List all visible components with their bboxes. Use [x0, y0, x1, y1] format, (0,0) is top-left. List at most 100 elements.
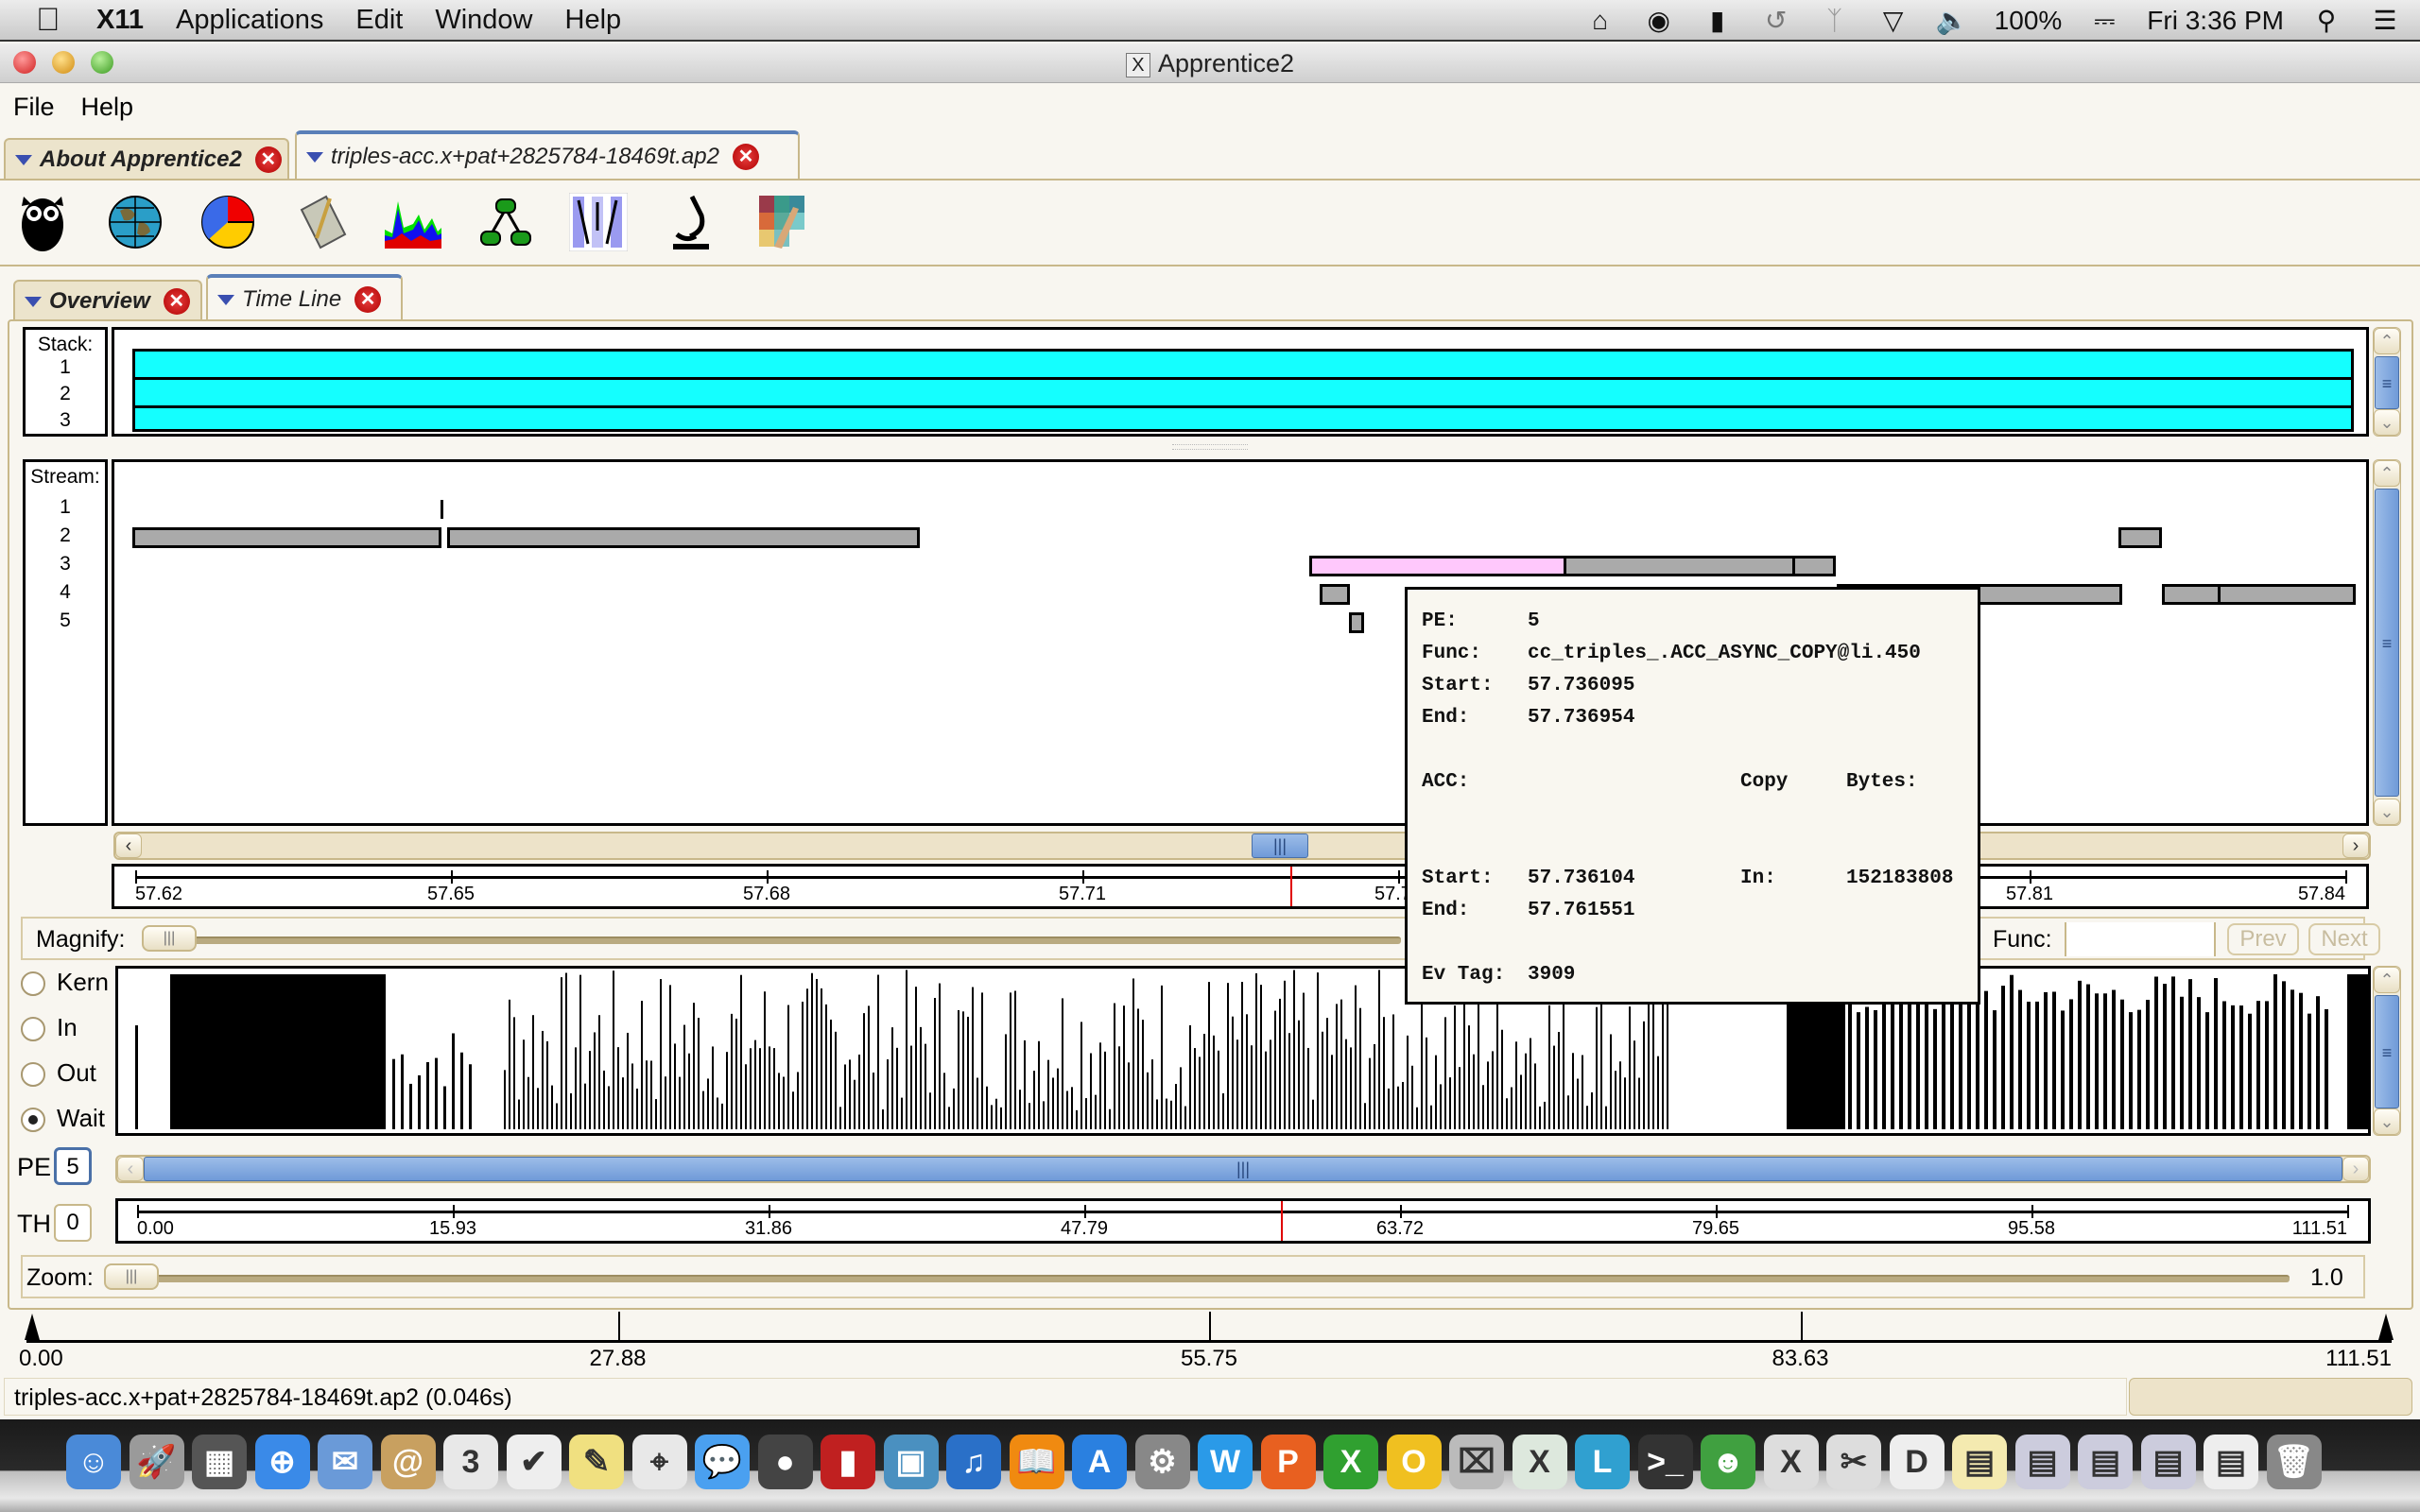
stack-vertical-scrollbar[interactable]: ⌃ ≡ ⌄ — [2373, 327, 2401, 437]
scroll-thumb[interactable]: ≡ — [2375, 995, 2399, 1108]
dock-item-system-preferences[interactable]: ⚙ — [1134, 1435, 1190, 1489]
close-tab-icon[interactable]: ✕ — [163, 288, 190, 315]
tab-about-apprentice2[interactable]: About Apprentice2 ✕ — [4, 138, 289, 180]
dock-item-app-store[interactable]: A — [1072, 1435, 1127, 1489]
apple-menu-icon[interactable]:  — [36, 2, 68, 39]
stream-event-bar[interactable] — [447, 527, 920, 548]
menu-app-help[interactable]: Help — [81, 93, 134, 122]
scroll-thumb[interactable]: ||| — [144, 1157, 2342, 1181]
radio-kern[interactable] — [21, 971, 45, 996]
globe-icon[interactable] — [106, 191, 164, 253]
dock-item-x11[interactable]: X — [1763, 1435, 1819, 1489]
dock-item-lync[interactable]: L — [1575, 1435, 1630, 1489]
activity-histogram[interactable] — [115, 966, 2371, 1136]
stream-event-bar[interactable] — [1564, 556, 1795, 576]
dock-item-contacts[interactable]: @ — [380, 1435, 436, 1489]
dock-item-remote-desktop[interactable]: ⌧ — [1449, 1435, 1504, 1489]
dock-item-photo-booth[interactable]: ▮ — [821, 1435, 875, 1489]
dock-item-ibooks[interactable]: 📖 — [1009, 1435, 1064, 1489]
dock-item-word[interactable]: W — [1198, 1435, 1253, 1489]
bluetooth-icon[interactable]: ᛉ — [1819, 5, 1851, 37]
histogram-vertical-scrollbar[interactable]: ⌃ ≡ ⌄ — [2373, 966, 2401, 1136]
scroll-right-button[interactable]: › — [2342, 1157, 2369, 1181]
stream-event-bar-selected[interactable] — [1309, 556, 1566, 576]
close-tab-icon[interactable]: ✕ — [354, 286, 382, 313]
dock-item-terminal[interactable]: >_ — [1637, 1435, 1693, 1489]
dock-item-preview[interactable]: ▤ — [2078, 1435, 2133, 1489]
dock-item-facetime[interactable]: ● — [757, 1435, 813, 1489]
dock-item-mail[interactable]: ✉ — [318, 1435, 372, 1489]
scroll-down-button[interactable]: ⌄ — [2374, 799, 2400, 825]
radio-out[interactable] — [21, 1062, 45, 1087]
menu-help[interactable]: Help — [565, 5, 622, 36]
func-search-input[interactable] — [2065, 922, 2216, 956]
dock-item-notes[interactable]: ✎ — [569, 1435, 624, 1489]
menu-applications[interactable]: Applications — [176, 5, 323, 36]
dock-item-keepassx[interactable]: X — [1512, 1435, 1567, 1489]
dock-item-applications[interactable]: ▤ — [2204, 1435, 2258, 1489]
memory-icon[interactable]: ▮ — [1702, 5, 1734, 37]
dock-item-mission-control[interactable]: ▦ — [192, 1435, 247, 1489]
th-input[interactable]: 0 — [54, 1204, 92, 1242]
close-tab-icon[interactable]: ✕ — [254, 146, 282, 173]
close-tab-icon[interactable]: ✕ — [732, 144, 759, 170]
dock-item-adium[interactable]: ☻ — [1701, 1435, 1755, 1489]
stream-event-bar[interactable] — [132, 527, 441, 548]
dock-item-trash[interactable]: 🗑 — [2266, 1435, 2322, 1489]
split-pane-divider[interactable] — [1172, 444, 1248, 450]
call-tree-icon[interactable] — [476, 191, 535, 253]
stream-timeline[interactable] — [112, 459, 2369, 826]
timeline-horizontal-scrollbar[interactable]: ‹ ||| › — [113, 832, 2371, 860]
dependency-icon[interactable] — [569, 191, 628, 253]
radio-in[interactable] — [21, 1017, 45, 1041]
scroll-up-button[interactable]: ⌃ — [2374, 460, 2400, 487]
scroll-left-button[interactable]: ‹ — [115, 833, 142, 858]
grid-hand-icon[interactable] — [754, 191, 813, 253]
time-machine-icon[interactable]: ↺ — [1760, 5, 1792, 37]
tab-trace-file[interactable]: triples-acc.x+pat+2825784-18469t.ap2 ✕ — [295, 130, 800, 180]
next-button[interactable]: Next — [2308, 923, 2380, 955]
radio-wait[interactable] — [21, 1108, 45, 1132]
stream-event-bar[interactable] — [2162, 584, 2221, 605]
stream-event-bar[interactable] — [2218, 584, 2356, 605]
scroll-thumb[interactable]: ≡ — [2375, 356, 2399, 409]
notification-center-icon[interactable]: ☰ — [2369, 5, 2401, 37]
histogram-icon[interactable] — [384, 191, 442, 253]
scroll-right-button[interactable]: › — [2342, 833, 2369, 858]
stream-event-bar[interactable] — [1349, 612, 1364, 633]
scroll-up-button[interactable]: ⌃ — [2374, 328, 2400, 354]
dock-item-messages[interactable]: 💬 — [695, 1435, 750, 1489]
scroll-left-button[interactable]: ‹ — [117, 1157, 144, 1181]
dock-item-powerpoint[interactable]: P — [1260, 1435, 1316, 1489]
battery-icon[interactable]: ⎓ — [2088, 5, 2120, 37]
range-end-handle[interactable] — [2378, 1314, 2394, 1340]
dock-item-maps[interactable]: ⌖ — [631, 1435, 687, 1489]
clock[interactable]: Fri 3:36 PM — [2147, 6, 2284, 36]
magnify-track[interactable] — [144, 936, 1401, 944]
range-start-handle[interactable] — [25, 1314, 40, 1340]
stack-timeline[interactable] — [112, 327, 2369, 437]
dock-item-iphoto[interactable]: ▣ — [883, 1435, 939, 1489]
stream-event-bar[interactable] — [2118, 527, 2162, 548]
pe-input[interactable]: 5 — [54, 1147, 92, 1185]
owl-status-icon[interactable]: ◉ — [1643, 5, 1675, 37]
scroll-down-button[interactable]: ⌄ — [2374, 1108, 2400, 1135]
dock-item-launchpad[interactable]: 🚀 — [129, 1435, 184, 1489]
stack-band[interactable] — [132, 349, 2354, 432]
stream-vertical-scrollbar[interactable]: ⌃ ≡ ⌄ — [2373, 459, 2401, 826]
zoom-track[interactable] — [106, 1275, 2290, 1282]
home-icon[interactable]: ⌂ — [1584, 5, 1616, 37]
dock-item-calendar[interactable]: 3 — [443, 1435, 498, 1489]
dock-item-finder[interactable]: ☺ — [66, 1435, 121, 1489]
dock-item-documents[interactable]: ▤ — [2014, 1435, 2070, 1489]
scroll-thumb[interactable]: ||| — [1252, 833, 1308, 858]
dock-item-downloads[interactable]: ▤ — [2140, 1435, 2196, 1489]
stream-event-marker[interactable] — [441, 500, 443, 519]
wifi-icon[interactable]: ▽ — [1877, 5, 1910, 37]
microscope-icon[interactable] — [662, 191, 720, 253]
clipboard-icon[interactable] — [291, 191, 350, 253]
tab-overview[interactable]: Overview ✕ — [13, 280, 202, 321]
global-time-axis[interactable]: 0.00 27.88 55.75 83.63 111.51 — [0, 1312, 2420, 1382]
dock-item-grab[interactable]: ✂ — [1826, 1435, 1881, 1489]
menu-x11[interactable]: X11 — [96, 5, 144, 36]
